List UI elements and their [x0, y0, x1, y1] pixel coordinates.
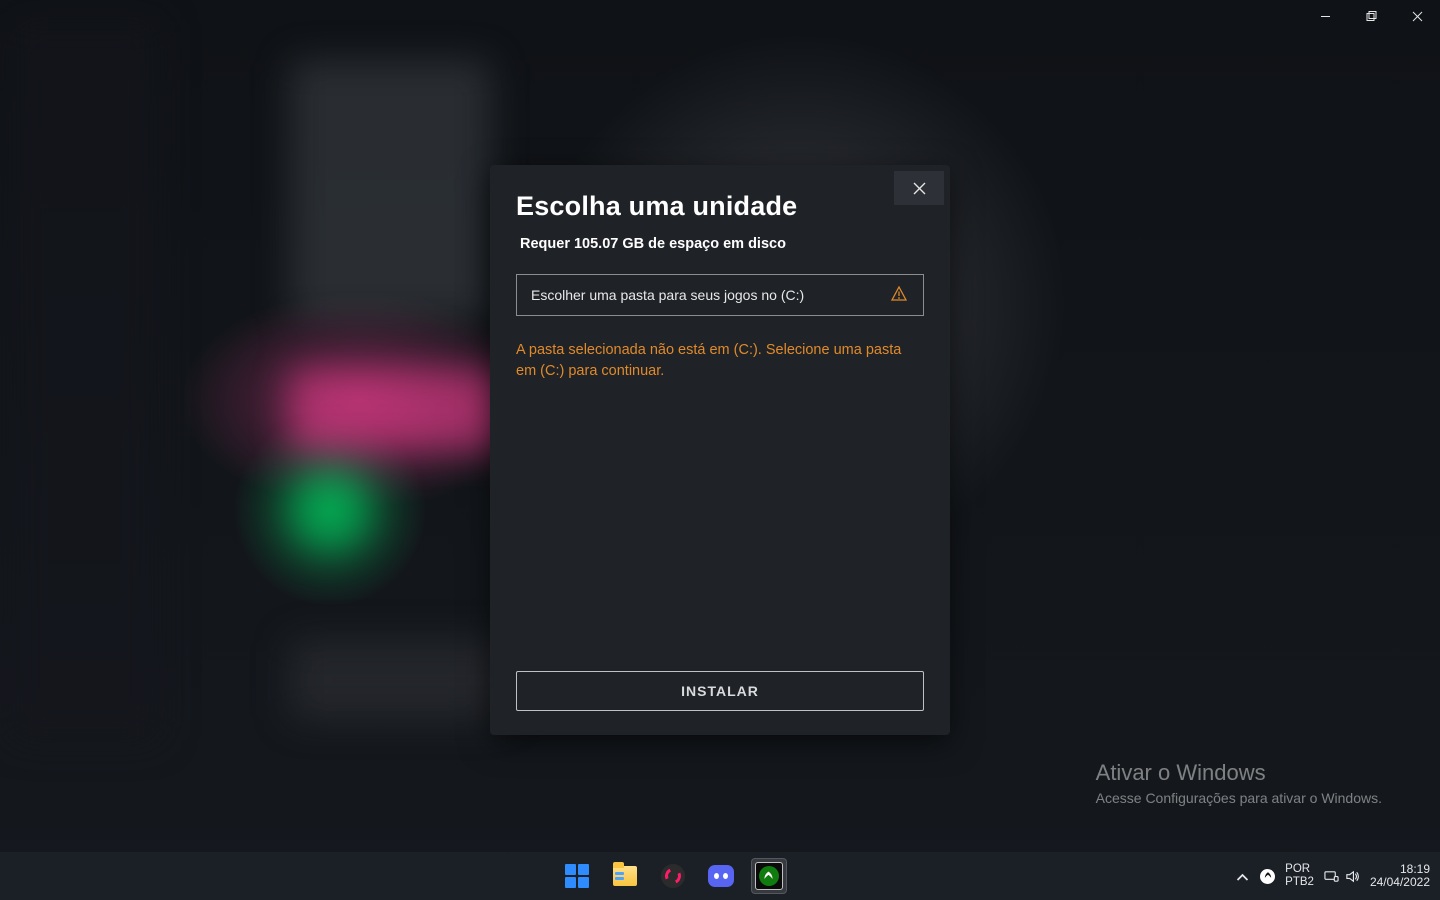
window-controls: [1302, 0, 1440, 32]
start-button[interactable]: [559, 858, 595, 894]
dialog-title: Escolha uma unidade: [516, 191, 924, 222]
install-button-label: INSTALAR: [681, 683, 759, 699]
language-indicator[interactable]: POR PTB2: [1285, 863, 1314, 888]
xbox-icon: [755, 862, 783, 890]
opera-icon: [661, 864, 685, 888]
network-icon: [1324, 869, 1339, 884]
clock[interactable]: 18:19 24/04/2022: [1370, 863, 1430, 889]
language-top: POR: [1285, 863, 1314, 876]
minimize-icon: [1320, 11, 1331, 22]
folder-select-button[interactable]: Escolher uma pasta para seus jogos no (C…: [516, 274, 924, 316]
taskbar: POR PTB2 18:19 24/04/2022: [0, 852, 1440, 900]
watermark-subtitle: Acesse Configurações para ativar o Windo…: [1096, 790, 1382, 806]
dialog-subtitle: Requer 105.07 GB de espaço em disco: [520, 236, 924, 252]
tray-expand-button[interactable]: [1235, 867, 1250, 885]
folder-select-label: Escolher uma pasta para seus jogos no (C…: [531, 287, 804, 303]
taskbar-opera[interactable]: [655, 858, 691, 894]
clock-date: 24/04/2022: [1370, 876, 1430, 889]
desktop: Escolha uma unidade Requer 105.07 GB de …: [0, 0, 1440, 900]
tray-xbox-icon[interactable]: [1260, 869, 1275, 884]
minimize-button[interactable]: [1302, 0, 1348, 32]
taskbar-xbox[interactable]: [751, 858, 787, 894]
windows-activation-watermark: Ativar o Windows Acesse Configurações pa…: [1096, 760, 1382, 806]
taskbar-center: [110, 858, 1235, 894]
chevron-up-icon: [1235, 870, 1250, 885]
maximize-icon: [1366, 11, 1377, 22]
network-volume-group[interactable]: [1324, 869, 1360, 884]
volume-icon: [1345, 869, 1360, 884]
close-icon: [1412, 11, 1423, 22]
windows-start-icon: [565, 864, 589, 888]
install-button[interactable]: INSTALAR: [516, 671, 924, 711]
file-explorer-icon: [613, 866, 637, 886]
dialog-close-button[interactable]: [894, 171, 944, 205]
maximize-button[interactable]: [1348, 0, 1394, 32]
error-message: A pasta selecionada não está em (C:). Se…: [516, 340, 924, 382]
warning-icon: [891, 286, 907, 305]
system-tray: POR PTB2 18:19 24/04/2022: [1235, 863, 1440, 889]
close-button[interactable]: [1394, 0, 1440, 32]
watermark-title: Ativar o Windows: [1096, 760, 1382, 786]
language-bottom: PTB2: [1285, 876, 1314, 889]
choose-drive-dialog: Escolha uma unidade Requer 105.07 GB de …: [490, 165, 950, 735]
discord-icon: [708, 865, 734, 887]
close-icon: [913, 182, 926, 195]
taskbar-file-explorer[interactable]: [607, 858, 643, 894]
taskbar-discord[interactable]: [703, 858, 739, 894]
